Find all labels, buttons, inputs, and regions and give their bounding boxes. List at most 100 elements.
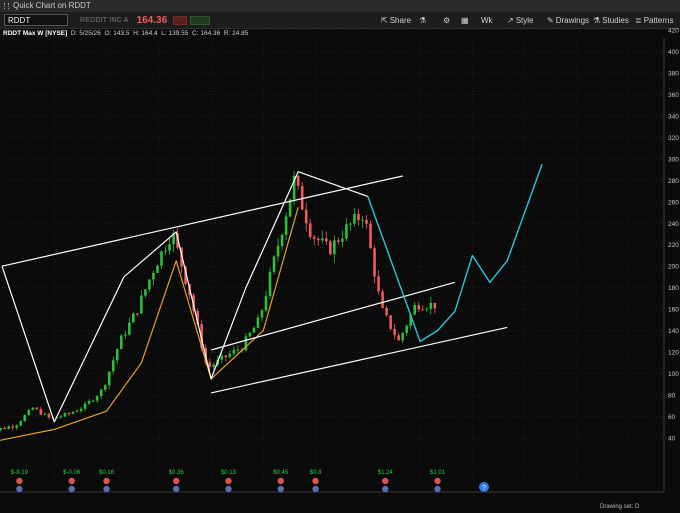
- event-icon: [312, 477, 319, 485]
- y-tick-label: 120: [668, 350, 679, 357]
- candle-body: [357, 214, 360, 221]
- candle-body: [15, 425, 19, 428]
- candle-body: [417, 304, 421, 310]
- candle-body: [220, 355, 224, 360]
- y-tick-label: 360: [668, 92, 679, 99]
- dividend-icon: [277, 485, 284, 493]
- event-icon: [225, 477, 232, 485]
- candle-body: [272, 256, 276, 272]
- y-tick-label: 280: [668, 178, 679, 185]
- candle-body: [91, 400, 95, 402]
- candle-body: [260, 310, 264, 318]
- earnings-label: $0.16: [99, 470, 115, 476]
- y-tick-label: 240: [668, 221, 679, 228]
- dividend-icon: [68, 485, 75, 493]
- candle-body: [304, 209, 308, 224]
- y-tick-label: 40: [668, 436, 676, 443]
- candle-body: [341, 238, 344, 242]
- candle-body: [248, 332, 252, 337]
- candle-body: [353, 214, 356, 224]
- price-chart[interactable]: 40 60 80 100 120 140 160 180 200 220 240 260 280 300 3…: [0, 0, 680, 498]
- candle-body: [3, 428, 6, 430]
- candle-body: [228, 353, 232, 358]
- candle-body: [148, 279, 151, 290]
- event-icon: [173, 477, 180, 485]
- candle-body: [224, 355, 228, 358]
- y-tick-label: 100: [668, 371, 679, 378]
- dividend-icon: [312, 485, 319, 493]
- candle-body: [47, 413, 51, 418]
- chart-window: Quick Chart on RDDT REDDIT INC A 164.36 …: [0, 0, 680, 513]
- candle-body: [329, 241, 332, 255]
- candle-body: [136, 313, 139, 315]
- candle-body: [268, 271, 272, 297]
- event-icon: [16, 477, 23, 485]
- candle-body: [385, 307, 388, 316]
- candle-body: [156, 265, 159, 273]
- candle-body: [393, 328, 396, 336]
- y-tick-label: 420: [668, 28, 679, 35]
- candle-body: [401, 333, 404, 341]
- candle-body: [381, 291, 384, 308]
- earnings-label: $-8.19: [11, 470, 29, 476]
- candle-body: [208, 362, 212, 367]
- dividend-icon: [173, 485, 180, 493]
- dividend-icon: [103, 485, 110, 493]
- candle-body: [107, 371, 111, 386]
- candle-body: [361, 219, 364, 221]
- candle-body: [377, 276, 380, 292]
- y-tick-label: 200: [668, 264, 679, 271]
- drawing-set-label: Drawing set: D: [600, 504, 640, 510]
- y-tick-label: 180: [668, 285, 679, 292]
- candle-body: [373, 248, 376, 277]
- help-icon-glyph: ?: [482, 485, 486, 492]
- candle-body: [23, 415, 27, 422]
- candle-body: [256, 317, 260, 328]
- event-icon: [277, 477, 284, 485]
- candle-body: [79, 408, 83, 411]
- candle-body: [324, 238, 328, 242]
- candle-body: [123, 334, 127, 336]
- candle-body: [389, 315, 392, 329]
- y-tick-label: 260: [668, 199, 679, 206]
- candle-body: [160, 251, 163, 266]
- candle-body: [284, 216, 288, 235]
- candle-body: [212, 364, 216, 367]
- y-tick-label: 340: [668, 113, 679, 120]
- candle-body: [119, 335, 123, 350]
- candle-body: [333, 240, 336, 255]
- earnings-label: $0.36: [169, 470, 185, 476]
- candle-body: [27, 409, 31, 416]
- candle-body: [132, 313, 135, 323]
- candle-body: [397, 335, 400, 341]
- y-tick-label: 320: [668, 135, 679, 142]
- candle-body: [413, 304, 417, 315]
- candle-body: [264, 296, 268, 311]
- candle-body: [87, 400, 91, 404]
- candle-body: [99, 389, 103, 397]
- earnings-label: $0.8: [310, 470, 322, 476]
- earnings-label: $1.01: [430, 470, 446, 476]
- candle-body: [429, 302, 433, 309]
- candle-body: [152, 272, 155, 280]
- candle-body: [63, 413, 67, 417]
- candle-body: [300, 185, 304, 210]
- candle-body: [365, 219, 368, 224]
- candle-body: [316, 238, 320, 241]
- candle-body: [95, 396, 99, 401]
- candle-body: [0, 428, 2, 431]
- candle-body: [67, 413, 71, 415]
- event-icon: [68, 477, 75, 485]
- candle-body: [83, 403, 87, 409]
- dividend-icon: [16, 485, 23, 493]
- candle-body: [128, 322, 131, 335]
- dividend-icon: [434, 485, 441, 493]
- y-tick-label: 380: [668, 70, 679, 77]
- event-icon: [382, 477, 389, 485]
- plot-background: [0, 38, 680, 498]
- candle-body: [43, 413, 47, 415]
- candle-body: [312, 236, 316, 239]
- event-icon: [103, 477, 110, 485]
- candle-body: [164, 250, 167, 252]
- candle-body: [236, 349, 240, 351]
